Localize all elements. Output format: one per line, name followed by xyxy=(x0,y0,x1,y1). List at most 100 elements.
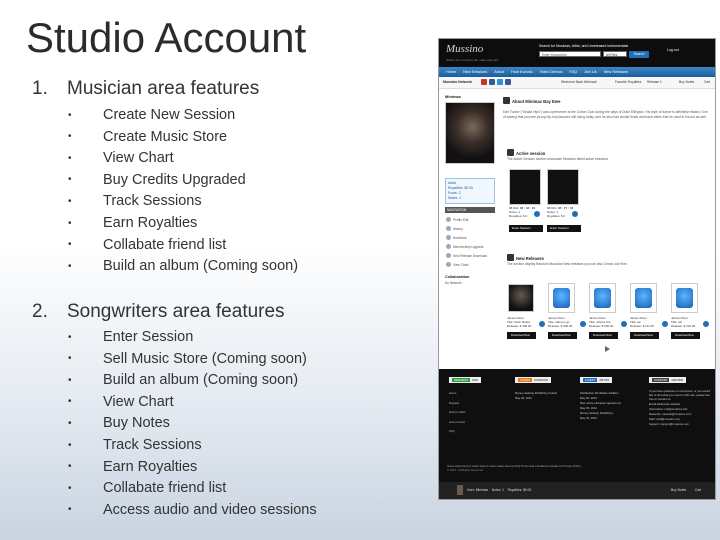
footer-link[interactable]: FAQ xyxy=(449,427,466,437)
bullet-dot: • xyxy=(68,396,72,408)
sidebar-nav-item[interactable]: Membership Upgrade xyxy=(446,244,495,249)
play-icon[interactable] xyxy=(580,321,586,327)
sidebar-nav-item[interactable]: Notebook xyxy=(446,235,495,240)
nav-item-6[interactable]: Join Us xyxy=(584,67,597,77)
footer-bottom-links[interactable]: Home About How it works How to Video Vid… xyxy=(447,464,707,468)
sidebar-nav-item[interactable]: History xyxy=(446,226,495,231)
footer-col4-line: Email Addresses website xyxy=(649,402,681,406)
section1-heading: 1. Musician area features xyxy=(32,78,260,99)
download-button[interactable]: Download Now xyxy=(548,332,577,339)
site-logo[interactable]: Mussino xyxy=(446,43,483,55)
section2-bullet: • View Chart xyxy=(68,394,174,410)
nav-item-3[interactable]: How it works xyxy=(511,67,533,77)
download-button[interactable]: Download Now xyxy=(630,332,659,339)
footer-tag-word: LINK xyxy=(471,378,479,382)
session-thumbnail[interactable] xyxy=(547,169,579,205)
section1-bullet-text: Earn Royalties xyxy=(103,215,198,231)
footer-col4-line: Support: support@mussino.com xyxy=(649,422,689,426)
site-nav: Home New Sessions About How it works Video D… xyxy=(439,67,715,77)
footer-link[interactable]: How it works xyxy=(449,418,466,428)
section2-bullet-text: Collabate friend list xyxy=(103,480,227,497)
section1-bullet-text: Build an album (Coming soon) xyxy=(103,258,299,275)
section2-bullet: • Collabate friend list xyxy=(68,480,226,496)
profile-photo[interactable] xyxy=(445,102,495,164)
buy-notes-link[interactable]: Buy Notes xyxy=(679,80,694,84)
youtube-icon[interactable] xyxy=(481,79,487,85)
release-link[interactable]: Release 1 xyxy=(647,80,662,84)
navigation-heading: NAVIGATION xyxy=(445,207,495,213)
release-artwork[interactable] xyxy=(630,283,657,313)
sidebar-nav-item[interactable]: New Release Download xyxy=(446,253,495,258)
stat-notes: Notes: 1 xyxy=(448,196,462,200)
footer-col4-line: Networks: network@mussino.com xyxy=(649,412,692,416)
collaboration-heading: Collaboration xyxy=(445,275,470,279)
release-artwork[interactable] xyxy=(548,283,575,313)
footer-link[interactable]: How to Video xyxy=(449,408,466,418)
bullet-dot: • xyxy=(68,196,72,208)
itunes-icon xyxy=(594,288,611,308)
footer-link[interactable]: Register xyxy=(449,399,466,409)
download-button[interactable]: Download Now xyxy=(507,332,536,339)
search-input[interactable]: Enter Keyword(s) xyxy=(539,51,601,57)
bullet-dot: • xyxy=(68,217,72,229)
footer-tag-label: REMARKS xyxy=(452,378,470,382)
footer-link[interactable]: Home xyxy=(449,389,466,399)
footer-tag-3: SUPPORT CENTER xyxy=(649,377,686,383)
footer-col3-line: May 30, 2012 xyxy=(580,416,597,420)
nav-item-2[interactable]: About xyxy=(494,67,504,77)
footer-copyright: © 2012 - All Rights Reserved xyxy=(447,468,483,472)
footer-col3-line: Money desktop Publishing xyxy=(580,411,613,415)
network-icon[interactable] xyxy=(505,79,511,85)
website-screenshot: Mussino Where the musician can make and … xyxy=(438,38,716,500)
itunes-icon xyxy=(635,288,652,308)
play-icon[interactable] xyxy=(621,321,627,327)
section2-bullet: • Earn Royalties xyxy=(68,459,197,475)
release-artwork[interactable] xyxy=(508,284,534,312)
user-status-text: User: Minimax Notes: 1 Royalties: $0.00 xyxy=(467,488,532,492)
download-button[interactable]: Download Now xyxy=(671,332,700,339)
section2-bullet-text: Buy Notes xyxy=(103,415,170,432)
play-icon[interactable] xyxy=(662,321,668,327)
bullet-dot: • xyxy=(68,331,72,343)
session-royalties: Royalties: $ 0 xyxy=(509,214,528,218)
enter-session-button[interactable]: Enter Session xyxy=(509,225,543,232)
facebook-icon[interactable] xyxy=(489,79,495,85)
favorite-link[interactable]: Favorite Royalties xyxy=(615,80,641,84)
release-release: Release: $ 222.00 xyxy=(671,324,696,328)
play-icon[interactable] xyxy=(703,321,709,327)
sidebar-nav-item[interactable]: Profile Edit xyxy=(446,217,495,222)
enter-session-button[interactable]: Enter Session xyxy=(547,225,581,232)
itunes-icon xyxy=(676,288,693,308)
bullet-dot: • xyxy=(68,174,72,186)
footer-buy-notes[interactable]: Buy Notes xyxy=(671,488,686,492)
bullet-dot: • xyxy=(68,461,72,473)
release-artwork[interactable] xyxy=(671,283,698,313)
search-filter-select[interactable]: All Files xyxy=(603,51,627,57)
itunes-icon xyxy=(553,288,570,308)
section1-bullet: • Buy Credits Upgraded xyxy=(68,172,246,188)
nav-item-5[interactable]: FAQ xyxy=(569,67,577,77)
play-icon[interactable] xyxy=(539,321,545,327)
play-icon[interactable] xyxy=(534,211,540,217)
bullet-dot: • xyxy=(68,152,72,164)
site-header: Mussino Where the musician can make and … xyxy=(439,39,715,67)
section2-bullet: • Access audio and video sessions xyxy=(68,502,317,518)
nav-item-1[interactable]: New Sessions xyxy=(463,67,487,77)
nav-item-4[interactable]: Video Demos xyxy=(540,67,563,77)
nav-item-0[interactable]: Home xyxy=(446,67,456,77)
search-button[interactable]: Search xyxy=(629,51,649,58)
session-thumbnail[interactable] xyxy=(509,169,541,205)
download-button[interactable]: Download Now xyxy=(589,332,618,339)
footer-cart[interactable]: Cart xyxy=(695,488,701,492)
release-artwork[interactable] xyxy=(589,283,616,313)
sidebar-nav-item[interactable]: View Chart xyxy=(446,262,495,267)
next-arrow-icon[interactable] xyxy=(605,346,610,352)
footer-tag-word: CENTER xyxy=(671,378,683,382)
twitter-icon[interactable] xyxy=(497,79,503,85)
cart-link[interactable]: Cart xyxy=(704,80,710,84)
play-icon[interactable] xyxy=(572,211,578,217)
logout-link[interactable]: Log out xyxy=(667,48,679,52)
section2-bullet-text: Sell Music Store (Coming soon) xyxy=(103,350,307,367)
footer-col3-line: Distribution Worldwide Addition xyxy=(580,391,619,395)
nav-item-7[interactable]: New Releases xyxy=(604,67,628,77)
